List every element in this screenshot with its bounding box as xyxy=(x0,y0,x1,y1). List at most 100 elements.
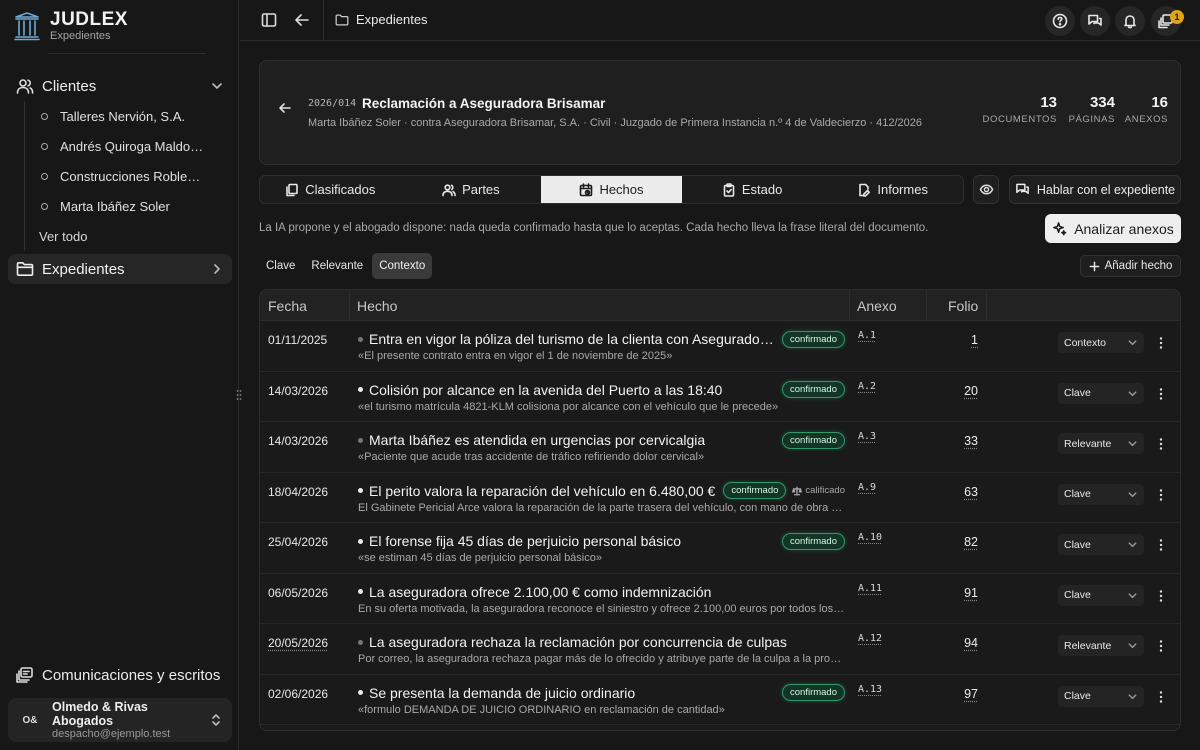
brand[interactable]: JUDLEX Expedientes xyxy=(14,10,128,42)
bullet-icon xyxy=(358,690,363,695)
folio-link[interactable]: 33 xyxy=(924,434,978,448)
fact-title[interactable]: Marta Ibáñez es atendida en urgencias po… xyxy=(369,432,705,448)
annex-link[interactable]: A.11 xyxy=(858,583,882,594)
folio-link[interactable]: 82 xyxy=(924,535,978,549)
table-row[interactable]: 18/04/2026 El perito valora la reparación… xyxy=(260,473,1180,523)
case-number: 2026/014 xyxy=(308,98,357,109)
stat-pages: 334 PÁGINAS xyxy=(1068,94,1115,125)
fact-quote: «el turismo matrícula 4821-KLM colisiona… xyxy=(358,400,779,413)
folio-link[interactable]: 1 xyxy=(924,333,978,347)
more-vertical-icon[interactable] xyxy=(1154,335,1168,351)
fact-cell: La aseguradora ofrece 2.100,00 € como in… xyxy=(358,583,845,615)
account-switcher[interactable]: O& Olmedo & Rivas Abogados despacho@ejem… xyxy=(8,698,232,742)
sidebar-item-comunicaciones[interactable]: Comunicaciones y escritos xyxy=(8,661,232,689)
filter-clave[interactable]: Clave xyxy=(259,253,302,279)
chevron-down-icon[interactable] xyxy=(210,79,224,93)
tab-estado[interactable]: Estado xyxy=(682,176,823,203)
tab-clasificados[interactable]: Clasificados xyxy=(260,176,401,203)
category-select[interactable]: Relevante xyxy=(1058,635,1144,656)
fact-cell: Colisión por alcance en la avenida del P… xyxy=(358,381,845,413)
client-item[interactable]: Construcciones Robledal S.L. xyxy=(25,161,224,191)
sidebar-item-clientes[interactable]: Clientes xyxy=(8,72,232,100)
status-badge: confirmado xyxy=(782,330,845,348)
more-vertical-icon[interactable] xyxy=(1154,386,1168,402)
category-select[interactable]: Clave xyxy=(1058,534,1144,555)
talk-to-case-button[interactable]: Hablar con el expediente xyxy=(1009,175,1181,204)
tab-informes[interactable]: Informes xyxy=(822,176,963,203)
folio-link[interactable]: 97 xyxy=(924,687,978,701)
drag-handle-icon[interactable] xyxy=(234,388,244,402)
more-vertical-icon[interactable] xyxy=(1154,588,1168,604)
eye-icon[interactable] xyxy=(973,175,999,204)
category-select[interactable]: Clave xyxy=(1058,382,1144,404)
fact-title[interactable]: El forense fija 45 días de perjuicio per… xyxy=(369,533,681,549)
col-hecho[interactable]: Hecho xyxy=(349,290,849,321)
folio-link[interactable]: 63 xyxy=(924,485,978,499)
more-vertical-icon[interactable] xyxy=(1154,689,1168,705)
columns-logo-icon xyxy=(14,11,40,41)
add-fact-button[interactable]: Añadir hecho xyxy=(1080,255,1181,277)
folio-link[interactable]: 20 xyxy=(924,384,978,398)
folio-link[interactable]: 94 xyxy=(924,636,978,650)
sparkles-icon xyxy=(1052,221,1067,236)
annex-link[interactable]: A.12 xyxy=(858,633,882,644)
files-icon xyxy=(285,183,299,197)
category-select[interactable]: Relevante xyxy=(1058,433,1144,454)
annex-link[interactable]: A.3 xyxy=(858,431,876,442)
category-select[interactable]: Clave xyxy=(1058,483,1144,505)
analyze-annexes-button[interactable]: Analizar anexos xyxy=(1045,214,1181,243)
client-item[interactable]: Talleres Nervión, S.A. xyxy=(25,101,224,131)
fact-title[interactable]: Colisión por alcance en la avenida del P… xyxy=(369,382,722,398)
table-row[interactable]: 01/11/2025 Entra en vigor la póliza del t… xyxy=(260,321,1180,372)
tab-hechos[interactable]: Hechos xyxy=(541,176,682,203)
tab-partes[interactable]: Partes xyxy=(401,176,542,203)
table-row[interactable]: 14/03/2026 Colisión por alcance en la ave… xyxy=(260,372,1180,422)
sidebar-item-expedientes[interactable]: Expedientes xyxy=(8,254,232,284)
fact-date: 25/04/2026 xyxy=(268,535,329,549)
annex-link[interactable]: A.9 xyxy=(858,482,876,493)
category-select[interactable]: Clave xyxy=(1058,685,1144,707)
fact-title[interactable]: La aseguradora ofrece 2.100,00 € como in… xyxy=(369,584,711,600)
see-all-link[interactable]: Ver todo xyxy=(25,221,224,251)
annex-link[interactable]: A.1 xyxy=(858,330,876,341)
sidebar-toggle-icon[interactable] xyxy=(257,8,281,32)
table-row[interactable]: 14/03/2026 Marta Ibáñez es atendida en ur… xyxy=(260,422,1180,473)
more-vertical-icon[interactable] xyxy=(1154,436,1168,452)
annex-link[interactable]: A.2 xyxy=(858,381,876,392)
more-vertical-icon[interactable] xyxy=(1154,487,1168,503)
more-vertical-icon[interactable] xyxy=(1154,638,1168,654)
client-item[interactable]: Marta Ibáñez Soler xyxy=(25,191,224,221)
fact-title[interactable]: La aseguradora rechaza la reclamación po… xyxy=(369,634,787,650)
col-fecha[interactable]: Fecha xyxy=(260,290,349,321)
table-row[interactable]: 20/05/2026 La aseguradora rechaza la recl… xyxy=(260,624,1180,675)
users-icon xyxy=(442,183,456,197)
help-icon[interactable] xyxy=(1045,6,1075,36)
back-arrow-icon[interactable] xyxy=(290,8,314,32)
col-anexo[interactable]: Anexo xyxy=(849,290,926,321)
table-row[interactable]: 25/04/2026 El forense fija 45 días de per… xyxy=(260,523,1180,574)
category-select[interactable]: Clave xyxy=(1058,584,1144,606)
fact-title[interactable]: El perito valora la reparación del vehíc… xyxy=(369,483,715,499)
breadcrumb[interactable]: Expedientes xyxy=(335,12,428,27)
chat-icon[interactable] xyxy=(1080,6,1110,36)
annex-link[interactable]: A.10 xyxy=(858,532,882,543)
table-row[interactable]: 02/06/2026 Se presenta la demanda de juic… xyxy=(260,675,1180,725)
more-vertical-icon[interactable] xyxy=(1154,537,1168,553)
annex-link[interactable]: A.13 xyxy=(858,684,882,695)
client-item[interactable]: Andrés Quiroga Maldonado xyxy=(25,131,224,161)
back-arrow-icon[interactable] xyxy=(276,99,294,117)
filter-relevante[interactable]: Relevante xyxy=(304,253,370,279)
inbox-stack-icon[interactable]: 1 xyxy=(1151,6,1184,36)
fact-date: 18/04/2026 xyxy=(268,484,329,499)
scale-icon xyxy=(792,486,803,496)
col-folio[interactable]: Folio xyxy=(940,290,1000,321)
filter-contexto[interactable]: Contexto xyxy=(372,253,433,279)
bell-icon[interactable] xyxy=(1115,6,1145,36)
fact-title[interactable]: Se presenta la demanda de juicio ordinar… xyxy=(369,685,635,701)
table-row[interactable]: 06/05/2026 La aseguradora ofrece 2.100,00… xyxy=(260,574,1180,624)
category-select[interactable]: Contexto xyxy=(1058,332,1144,353)
fact-title[interactable]: Entra en vigor la póliza del turismo de … xyxy=(369,331,776,347)
folio-link[interactable]: 91 xyxy=(924,586,978,600)
avatar: O& xyxy=(22,714,38,726)
brand-title: JUDLEX xyxy=(50,9,128,30)
